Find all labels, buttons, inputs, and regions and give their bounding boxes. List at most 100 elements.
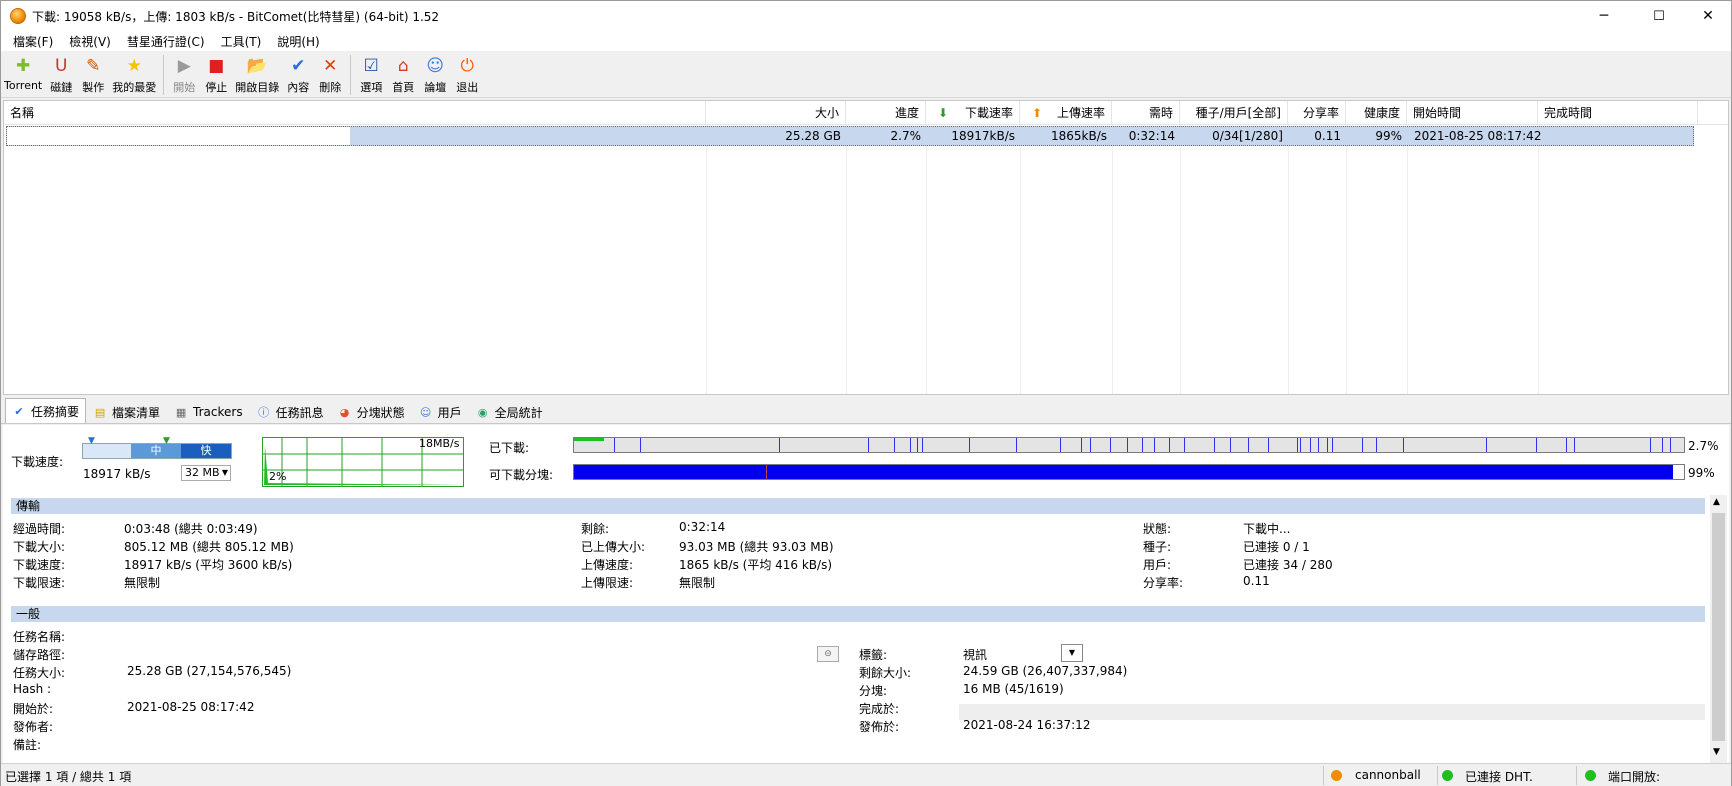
- scroll-thumb[interactable]: [1712, 513, 1725, 741]
- column-start-time[interactable]: 開始時間: [1407, 101, 1538, 125]
- toolbar-button-magnet[interactable]: U 磁鏈: [48, 51, 74, 95]
- tab-file-list[interactable]: ▤ 檔案清單: [86, 400, 167, 423]
- transfer-label: 已上傳大小:: [581, 540, 646, 554]
- slider-min-marker-icon[interactable]: ▼: [88, 436, 95, 446]
- graph-max-label: 18MB/s: [419, 437, 460, 450]
- general-value: 2021-08-24 16:37:12: [963, 718, 1091, 732]
- downloaded-piece-mark: [1230, 438, 1231, 452]
- table-row[interactable]: 25.28 GB 2.7% 18917kB/s 1865kB/s 0:32:14…: [6, 126, 1694, 146]
- column-download-rate-label: 下載速率: [964, 106, 1013, 120]
- toolbar: ✚ Torrent U 磁鏈 ✎ 製作 ★ 我的最愛 ▶ 開始 ■ 停止 📂 開啟目錄 ✔ 內容 ✕ 刪除 ☑ 選項 ⌂…: [1, 51, 1731, 98]
- close-button[interactable]: ✕: [1685, 1, 1731, 31]
- general-label: 任務大小:: [13, 666, 66, 680]
- tab-pieces-label: 分塊狀態: [356, 405, 405, 420]
- available-percent: 99%: [1688, 466, 1715, 480]
- downloaded-piece-mark: [917, 438, 918, 452]
- general-label: 標籤:: [859, 648, 888, 662]
- transfer-label: 經過時間:: [13, 522, 66, 536]
- downloaded-progress-fill: [574, 438, 604, 441]
- dht-status-icon: [1442, 770, 1453, 781]
- downloaded-piece-mark: [1486, 438, 1487, 452]
- tab-summary[interactable]: ✔ 任務摘要: [5, 398, 87, 423]
- column-size[interactable]: 大小: [706, 101, 846, 125]
- magnet-icon: U: [55, 56, 68, 76]
- details-scrollbar[interactable]: ▲ ▼: [1710, 495, 1727, 763]
- general-label: 任務名稱:: [13, 630, 66, 644]
- toolbar-button-stop[interactable]: ■ 停止: [203, 51, 229, 95]
- cache-size-select[interactable]: 32 MB ▼: [181, 465, 231, 481]
- transfer-value: 已連接 34 / 280: [1243, 558, 1333, 572]
- downloaded-piece-mark: [1110, 438, 1111, 452]
- bitcomet-app-icon[interactable]: [10, 8, 26, 24]
- toolbar-button-forum[interactable]: ☺ 論壇: [422, 51, 448, 95]
- user-status-icon: [1331, 770, 1342, 781]
- downloaded-piece-mark: [1081, 438, 1082, 452]
- toolbar-button-torrent[interactable]: ✚ Torrent: [4, 51, 42, 92]
- downloaded-piece-mark: [1332, 438, 1333, 452]
- toolbar-button-open-folder[interactable]: 📂 開啟目錄: [235, 51, 279, 95]
- transfer-value: 無限制: [124, 576, 161, 590]
- column-name[interactable]: 名稱: [4, 101, 706, 125]
- general-label: 備註:: [13, 738, 42, 752]
- menu-view[interactable]: 檢視(V): [61, 33, 119, 50]
- logged-in-user[interactable]: cannonball: [1355, 768, 1421, 782]
- chevron-down-icon: ▼: [1068, 648, 1076, 657]
- toolbar-button-start[interactable]: ▶ 開始: [171, 51, 197, 95]
- tab-task-log[interactable]: ⓘ 任務訊息: [250, 400, 331, 423]
- toolbar-button-exit-power[interactable]: ⏻ 退出: [454, 51, 480, 95]
- exit-power-icon: ⏻: [460, 56, 474, 76]
- column-finish-time[interactable]: 完成時間: [1538, 101, 1698, 125]
- transfer-label: 剩餘:: [581, 522, 610, 536]
- menu-help[interactable]: 說明(H): [269, 33, 327, 50]
- open-path-button[interactable]: ⊝: [817, 646, 839, 662]
- bitcomet-window: 下載: 19058 kB/s，上傳: 1803 kB/s - BitComet(…: [0, 0, 1732, 786]
- column-upload-rate[interactable]: ⬆ 上傳速率: [1020, 101, 1112, 125]
- tab-peers[interactable]: ☺ 用戶: [412, 400, 469, 423]
- transfer-label: 上傳速度:: [581, 558, 634, 572]
- trackers-icon: ▦: [175, 405, 187, 419]
- downloaded-piece-mark: [1248, 438, 1249, 452]
- window-title: 下載: 19058 kB/s，上傳: 1803 kB/s - BitComet(…: [32, 9, 440, 24]
- downloaded-piece-mark: [1403, 438, 1404, 452]
- torrent-list: 名稱 大小 進度 ⬇ 下載速率 ⬆ 上傳速率 需時 種子/用戶[全部] 分享率 健康…: [3, 100, 1729, 395]
- tag-dropdown-button[interactable]: ▼: [1061, 644, 1083, 662]
- toolbar-button-properties[interactable]: ✔ 內容: [285, 51, 311, 95]
- column-eta[interactable]: 需時: [1112, 101, 1180, 125]
- general-label: 分塊:: [859, 684, 888, 698]
- scroll-down-icon[interactable]: ▼: [1713, 747, 1720, 757]
- column-share-ratio[interactable]: 分享率: [1288, 101, 1346, 125]
- row-health: 99%: [1375, 129, 1402, 143]
- tab-global-stats[interactable]: ◉ 全局統計: [469, 400, 550, 423]
- tab-global-stats-label: 全局統計: [494, 405, 543, 420]
- row-download-rate: 18917kB/s: [951, 129, 1015, 143]
- toolbar-button-options[interactable]: ☑ 選項: [358, 51, 384, 95]
- dht-status[interactable]: 已連接 DHT.: [1465, 768, 1533, 785]
- toolbar-button-make-torrent[interactable]: ✎ 製作: [80, 51, 106, 95]
- general-value: 16 MB (45/1619): [963, 682, 1064, 696]
- downloaded-piece-mark: [1127, 438, 1128, 452]
- menu-file[interactable]: 檔案(F): [5, 33, 61, 50]
- port-status[interactable]: 端口開放:: [1608, 768, 1660, 785]
- downloaded-piece-mark: [614, 438, 615, 452]
- home-icon: ⌂: [397, 56, 409, 76]
- delete-icon: ✕: [323, 56, 338, 76]
- tab-pieces[interactable]: ◕ 分塊狀態: [331, 400, 412, 423]
- minimize-button[interactable]: ─: [1581, 1, 1627, 31]
- column-seeds-peers[interactable]: 種子/用戶[全部]: [1180, 101, 1288, 125]
- toolbar-button-label: 內容: [287, 81, 310, 94]
- menu-comet-pass[interactable]: 彗星通行證(C): [119, 33, 213, 50]
- column-health[interactable]: 健康度: [1346, 101, 1407, 125]
- downloaded-piece-mark: [1376, 438, 1377, 452]
- speed-slider[interactable]: 中 快 ▼ ▼: [82, 436, 232, 459]
- scroll-up-icon[interactable]: ▲: [1713, 497, 1720, 507]
- toolbar-button-home[interactable]: ⌂ 首頁: [390, 51, 416, 95]
- menu-tools[interactable]: 工具(T): [213, 33, 270, 50]
- column-progress[interactable]: 進度: [846, 101, 926, 125]
- tab-trackers[interactable]: ▦ Trackers: [167, 400, 250, 423]
- column-download-rate[interactable]: ⬇ 下載速率: [926, 101, 1020, 125]
- upload-arrow-icon: ⬆: [1032, 106, 1043, 120]
- maximize-button[interactable]: ☐: [1636, 1, 1682, 31]
- toolbar-button-favorites-star[interactable]: ★ 我的最愛: [112, 51, 156, 95]
- slider-thumb-icon[interactable]: ▼: [163, 436, 170, 446]
- toolbar-button-delete[interactable]: ✕ 刪除: [317, 51, 343, 95]
